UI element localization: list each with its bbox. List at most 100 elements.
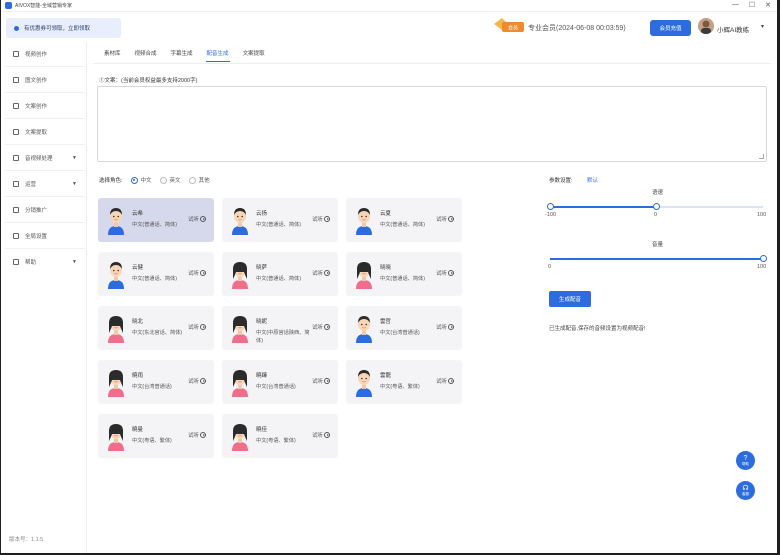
window-title: AIVOX智能-全域营销专家 <box>15 3 72 9</box>
media-icon <box>13 155 19 161</box>
radio-chinese[interactable]: 中文 <box>130 176 152 184</box>
chevron-down-icon[interactable]: ▾ <box>761 23 764 30</box>
try-label: 试听 <box>187 271 199 277</box>
voice-card[interactable]: 曉佳 中文(粤语、繁体) 试听 <box>222 414 338 458</box>
try-listen-button[interactable]: 试听 <box>312 377 330 385</box>
voice-card[interactable]: 曉曼 中文(粤语、繁体) 试听 <box>98 414 214 458</box>
voice-avatar-icon <box>108 424 124 451</box>
tab-text-extract[interactable]: 文案提取 <box>236 48 272 62</box>
sidebar-item-ops[interactable]: 运营 ▼ <box>1 176 87 192</box>
extract-icon <box>13 129 19 135</box>
voice-card[interactable]: 云夏 中文(普通话、简体) 试听 <box>346 198 462 242</box>
divider <box>5 170 85 171</box>
speed-value-knob[interactable] <box>653 203 660 210</box>
generate-voice-button[interactable]: 生成配音 <box>549 291 591 307</box>
float-help-button[interactable]: ? 帮助 <box>736 451 755 470</box>
ops-icon <box>13 181 19 187</box>
play-icon <box>324 432 330 438</box>
try-listen-button[interactable]: 试听 <box>436 215 454 223</box>
coupon-notice[interactable]: 有优惠券可领取，立即领取 <box>6 18 121 38</box>
voice-card[interactable]: 云希 中文(普通话、简体) 试听 <box>98 198 214 242</box>
params-label: 参数设置: <box>549 178 573 184</box>
try-listen-button[interactable]: 试听 <box>312 215 330 223</box>
script-textarea[interactable] <box>97 86 767 162</box>
sidebar-item-media[interactable]: 音视频处理 ▼ <box>1 150 87 166</box>
tab-video-compose[interactable]: 视频合成 <box>128 48 164 62</box>
voice-avatar-icon <box>232 316 248 343</box>
params-default-link[interactable]: 默认 <box>587 176 598 184</box>
tab-voiceover[interactable]: 配音生成 <box>200 48 236 62</box>
voice-desc: 中文(粤语、繁体) <box>256 438 296 444</box>
voice-name: 曉臻 <box>256 373 268 379</box>
vip-badge-text: 会员 <box>508 25 518 32</box>
minimize-button[interactable]: — <box>732 1 739 9</box>
try-listen-button[interactable]: 试听 <box>188 431 206 439</box>
float-service-button[interactable]: ☊ 客服 <box>736 481 755 500</box>
voice-desc: 中文(普通话、简体) <box>132 222 177 228</box>
close-button[interactable]: ✕ <box>765 1 771 9</box>
speed-fill <box>550 206 657 208</box>
radio-label: 英文 <box>169 178 181 184</box>
voice-card[interactable]: 曉雨 中文(台湾普通话) 试听 <box>98 360 214 404</box>
voice-card[interactable]: 晓晓 中文(普通话、简体) 试听 <box>346 252 462 296</box>
divider <box>5 222 85 223</box>
try-listen-button[interactable]: 试听 <box>188 323 206 331</box>
sidebar-item-extract[interactable]: 文案提取 <box>1 124 87 140</box>
speed-knob[interactable] <box>547 203 554 210</box>
tab-materials[interactable]: 素材库 <box>97 48 128 62</box>
voice-avatar-icon <box>108 316 124 343</box>
voice-card[interactable]: 云扬 中文(普通话、简体) 试听 <box>222 198 338 242</box>
voice-desc: 中文(粤语、繁体) <box>380 384 420 390</box>
username[interactable]: 小辉AI教练 <box>717 24 749 34</box>
tab-subtitles[interactable]: 字幕生成 <box>164 48 200 62</box>
radio-other[interactable]: 其他 <box>188 176 210 184</box>
float-help-label: 帮助 <box>742 461 749 466</box>
voice-desc: 中文(普通话、简体) <box>132 276 177 282</box>
vip-badge-icon: 会员 <box>494 18 524 32</box>
try-listen-button[interactable]: 试听 <box>436 269 454 277</box>
sidebar: 视频创作 图文创作 文案创作 文案提取 音视频处理 ▼ 运营 ▼ 分销推广 全局… <box>1 42 87 553</box>
try-listen-button[interactable]: 试听 <box>312 269 330 277</box>
voice-desc: 中文(普通话、简体) <box>256 222 301 228</box>
voice-avatar-icon <box>356 316 372 343</box>
voice-avatar-icon <box>232 262 248 289</box>
volume-slider[interactable] <box>550 255 767 262</box>
voice-desc: 中文(粤语、繁体) <box>132 438 172 444</box>
resize-handle-icon[interactable] <box>759 154 764 159</box>
voice-card[interactable]: 晓妮 中文(中原官话陕西、简体) 试听 <box>222 306 338 350</box>
sidebar-item-video[interactable]: 视频创作 <box>1 46 87 62</box>
try-listen-button[interactable]: 试听 <box>312 323 330 331</box>
try-label: 试听 <box>187 325 199 331</box>
try-listen-button[interactable]: 试听 <box>436 377 454 385</box>
renew-button[interactable]: 会员充值 <box>650 20 691 36</box>
voice-avatar-icon <box>108 370 124 397</box>
voice-card[interactable]: 曉臻 中文(台湾普通话) 试听 <box>222 360 338 404</box>
sidebar-item-image-text[interactable]: 图文创作 <box>1 72 87 88</box>
avatar[interactable] <box>698 18 714 34</box>
sidebar-item-settings[interactable]: 全局设置 <box>1 228 87 244</box>
volume-knob[interactable] <box>759 255 767 262</box>
try-listen-button[interactable]: 试听 <box>188 269 206 277</box>
sidebar-item-copywriting[interactable]: 文案创作 <box>1 98 87 114</box>
voice-name: 晓北 <box>132 319 144 325</box>
try-listen-button[interactable]: 试听 <box>312 431 330 439</box>
try-listen-button[interactable]: 试听 <box>188 215 206 223</box>
sidebar-item-share[interactable]: 分销推广 <box>1 202 87 218</box>
try-listen-button[interactable]: 试听 <box>436 323 454 331</box>
voice-desc: 中文(中原官话陕西、简体) <box>256 330 310 344</box>
try-listen-button[interactable]: 试听 <box>188 377 206 385</box>
volume-title: 音量 <box>652 242 664 248</box>
voice-card[interactable]: 云健 中文(普通话、简体) 试听 <box>98 252 214 296</box>
voice-card[interactable]: 雲龍 中文(粤语、繁体) 试听 <box>346 360 462 404</box>
speed-slider[interactable] <box>547 203 763 210</box>
divider <box>5 144 85 145</box>
voice-card[interactable]: 晓北 中文(东北官话、简体) 试听 <box>98 306 214 350</box>
sidebar-item-help[interactable]: 帮助 ▼ <box>1 254 87 270</box>
speed-mid: 0 <box>654 212 658 218</box>
radio-english[interactable]: 英文 <box>159 176 181 184</box>
play-icon <box>448 378 454 384</box>
voice-card[interactable]: 雲哲 中文(台湾普通话) 试听 <box>346 306 462 350</box>
maximize-button[interactable]: ☐ <box>749 1 755 9</box>
voice-name: 云夏 <box>380 211 392 217</box>
voice-card[interactable]: 晓萨 中文(普通话、简体) 试听 <box>222 252 338 296</box>
